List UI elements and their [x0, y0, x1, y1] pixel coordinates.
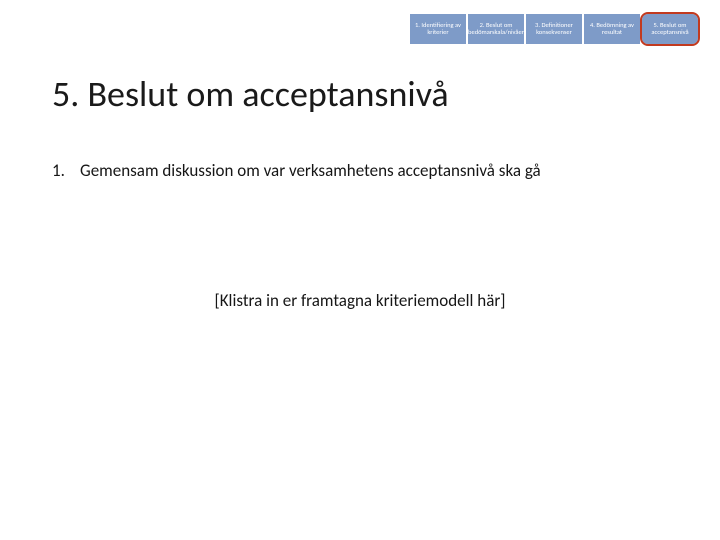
list-item-text: Gemensam diskussion om var verksamhetens… — [80, 160, 541, 181]
nav-step-label: 2. Beslut om bedömarskala/nivåer — [468, 22, 524, 37]
list-item-number: 1. — [52, 160, 80, 181]
slide: 1. Identifiering av kriterier 2. Beslut … — [0, 0, 720, 540]
nav-step-3: 3. Definitioner konsekvenser — [526, 14, 582, 44]
nav-step-label: 3. Definitioner konsekvenser — [530, 22, 578, 37]
content-list: 1. Gemensam diskussion om var verksamhet… — [52, 160, 668, 189]
placeholder-hint: [Klistra in er framtagna kriteriemodell … — [0, 290, 720, 311]
nav-step-label: 4. Bedömning av resultat — [588, 22, 636, 37]
nav-step-4: 4. Bedömning av resultat — [584, 14, 640, 44]
process-nav: 1. Identifiering av kriterier 2. Beslut … — [410, 14, 698, 44]
nav-step-label: 5. Beslut om acceptansnivå — [646, 22, 694, 37]
page-title: 5. Beslut om acceptansnivå — [52, 72, 449, 116]
list-item: 1. Gemensam diskussion om var verksamhet… — [52, 160, 668, 181]
nav-step-1: 1. Identifiering av kriterier — [410, 14, 466, 44]
nav-step-2: 2. Beslut om bedömarskala/nivåer — [468, 14, 524, 44]
nav-step-label: 1. Identifiering av kriterier — [414, 22, 462, 37]
nav-step-5: 5. Beslut om acceptansnivå — [642, 14, 698, 44]
